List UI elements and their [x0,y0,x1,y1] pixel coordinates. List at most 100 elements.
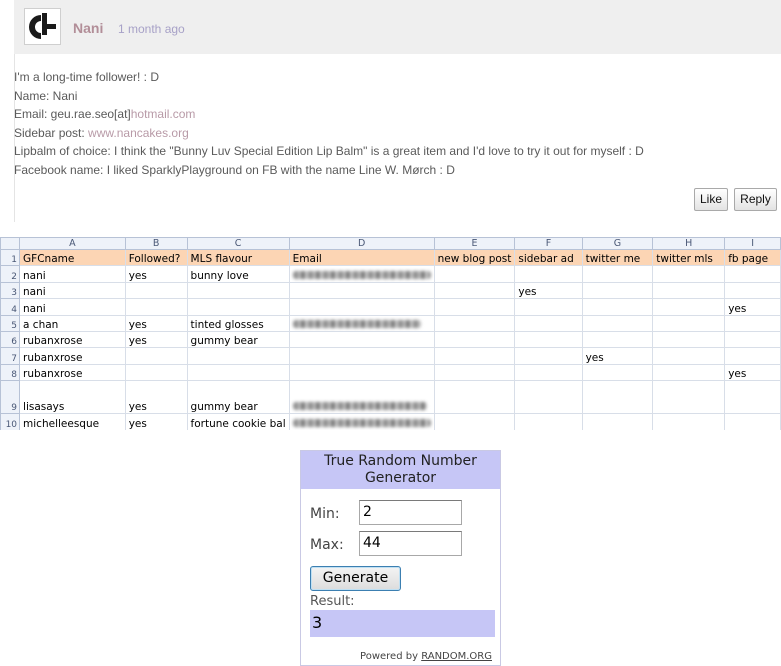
row-number[interactable]: 3 [0,281,21,300]
table-cell[interactable]: yes [124,413,188,430]
table-cell[interactable] [288,314,435,332]
table-cell[interactable] [433,363,516,382]
table-cell[interactable] [724,413,781,430]
column-header[interactable]: twitter me [581,248,654,267]
table-cell[interactable]: yes [124,380,188,415]
table-cell[interactable]: fortune cookie bal [186,413,290,430]
column-header[interactable]: Followed? [124,248,188,267]
table-cell[interactable] [581,413,654,430]
table-cell[interactable]: bunny love [186,265,290,283]
column-letter[interactable]: I [724,237,781,250]
table-cell[interactable]: rubanxrose [19,363,126,382]
table-cell[interactable] [514,330,583,349]
avatar[interactable] [24,8,61,45]
table-cell[interactable] [186,281,290,300]
table-cell[interactable] [652,347,726,365]
table-cell[interactable] [288,281,435,300]
table-cell[interactable]: tinted glosses [186,314,290,332]
table-cell[interactable]: yes [581,347,654,365]
column-header[interactable]: fb page [724,248,781,267]
table-cell[interactable]: nani [19,298,126,316]
column-letter[interactable]: A [19,237,126,250]
table-cell[interactable]: gummy bear [186,380,290,415]
like-button[interactable]: Like [694,188,728,211]
comment-line-link[interactable]: hotmail.com [131,107,196,121]
row-number[interactable]: 4 [0,298,21,316]
table-cell[interactable] [514,363,583,382]
row-number[interactable]: 6 [0,330,21,349]
table-cell[interactable] [433,265,516,283]
table-cell[interactable] [433,330,516,349]
column-letter[interactable]: E [433,237,516,250]
table-cell[interactable] [433,298,516,316]
table-cell[interactable] [724,281,781,300]
table-cell[interactable] [288,347,435,365]
column-letter[interactable]: D [288,237,435,250]
table-cell[interactable] [724,330,781,349]
column-letter[interactable]: F [514,237,583,250]
reply-button[interactable]: Reply [734,188,777,211]
table-cell[interactable] [724,347,781,365]
table-cell[interactable] [288,413,435,430]
row-number[interactable]: 8 [0,363,21,382]
comment-author[interactable]: Nani [73,20,103,36]
table-cell[interactable]: nani [19,281,126,300]
table-cell[interactable] [514,314,583,332]
table-cell[interactable] [724,265,781,283]
table-cell[interactable] [581,330,654,349]
table-cell[interactable]: a chan [19,314,126,332]
table-cell[interactable] [652,413,726,430]
table-cell[interactable] [652,265,726,283]
table-cell[interactable] [288,363,435,382]
generate-button[interactable]: Generate [310,566,401,591]
table-cell[interactable] [186,347,290,365]
column-header[interactable]: sidebar ad [514,248,583,267]
table-cell[interactable] [124,347,188,365]
table-cell[interactable]: yes [514,281,583,300]
table-cell[interactable] [652,330,726,349]
column-header[interactable]: twitter mls [652,248,726,267]
random-org-link[interactable]: RANDOM.ORG [421,651,492,662]
table-cell[interactable] [514,347,583,365]
table-cell[interactable]: lisasays [19,380,126,415]
table-cell[interactable] [652,281,726,300]
column-letter[interactable]: G [581,237,654,250]
table-cell[interactable] [581,298,654,316]
table-cell[interactable] [433,380,516,415]
table-cell[interactable]: rubanxrose [19,347,126,365]
table-cell[interactable] [514,265,583,283]
table-cell[interactable]: yes [124,265,188,283]
table-cell[interactable]: michelleesque [19,413,126,430]
table-cell[interactable]: yes [724,363,781,382]
column-letter[interactable]: B [124,237,188,250]
row-number[interactable]: 10 [0,413,21,430]
table-cell[interactable] [652,363,726,382]
select-all-corner[interactable] [0,237,21,250]
column-header[interactable]: new blog post [433,248,516,267]
table-cell[interactable] [514,380,583,415]
table-cell[interactable]: yes [724,298,781,316]
column-header[interactable]: MLS flavour [186,248,290,267]
table-cell[interactable]: gummy bear [186,330,290,349]
column-header[interactable]: GFCname [19,248,126,267]
table-cell[interactable]: nani [19,265,126,283]
table-cell[interactable] [433,281,516,300]
table-cell[interactable] [514,413,583,430]
table-cell[interactable] [124,281,188,300]
table-cell[interactable] [124,298,188,316]
comment-timestamp[interactable]: 1 month ago [118,22,185,36]
table-cell[interactable] [514,298,583,316]
table-cell[interactable] [186,298,290,316]
table-cell[interactable] [652,314,726,332]
row-number[interactable]: 1 [0,248,21,267]
row-number[interactable]: 9 [0,380,21,415]
column-letter[interactable]: C [186,237,290,250]
table-cell[interactable] [581,363,654,382]
table-cell[interactable] [581,314,654,332]
table-cell[interactable] [652,380,726,415]
max-input[interactable]: 44 [359,531,462,556]
table-cell[interactable] [652,298,726,316]
column-header[interactable]: Email [288,248,435,267]
table-cell[interactable] [433,413,516,430]
table-cell[interactable] [288,380,435,415]
